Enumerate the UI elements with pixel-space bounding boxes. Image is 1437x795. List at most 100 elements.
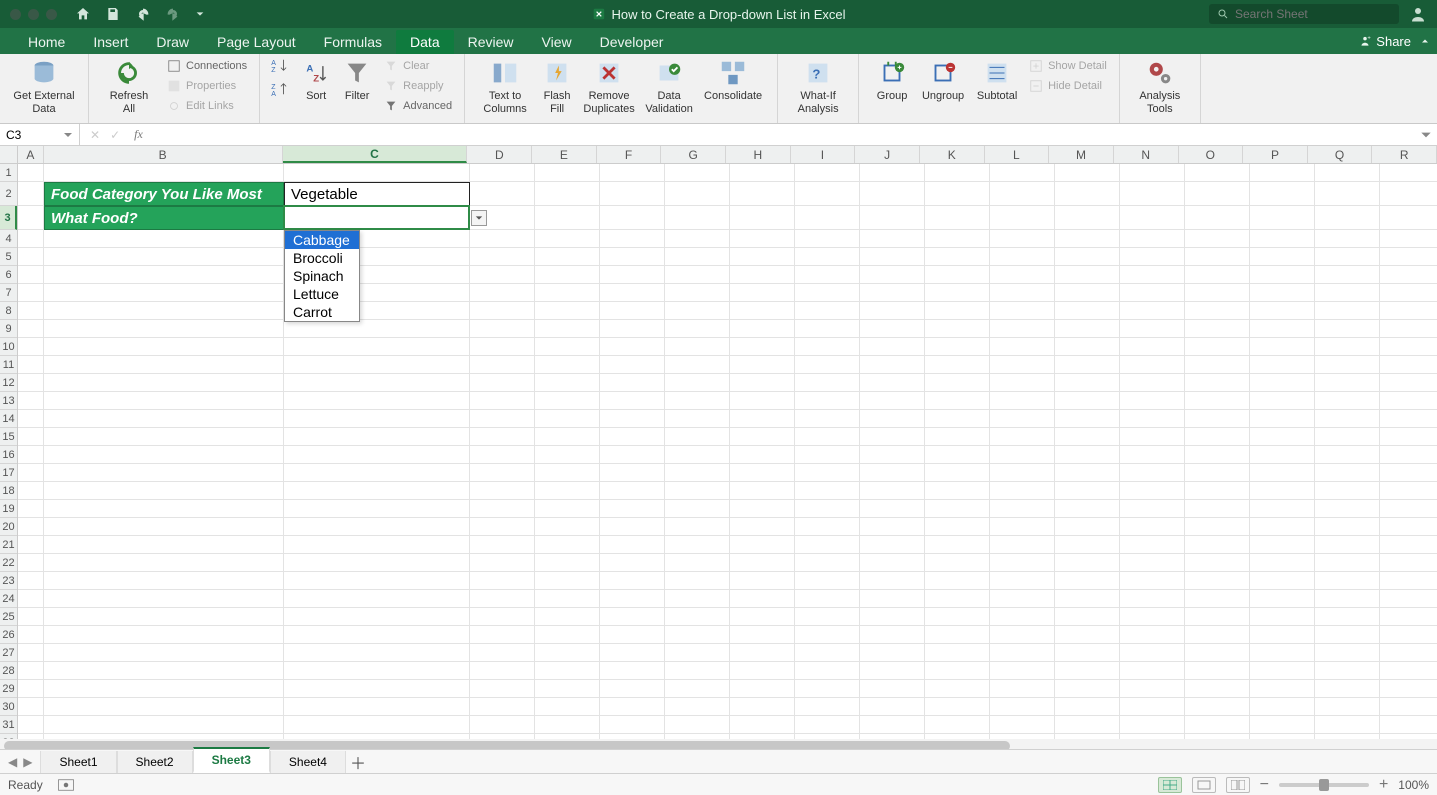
share-button[interactable]: + Share: [1358, 34, 1411, 49]
properties-button[interactable]: Properties: [165, 78, 249, 94]
filter-button[interactable]: Filter: [336, 58, 378, 103]
tab-data[interactable]: Data: [396, 30, 454, 54]
sheet-tab-sheet1[interactable]: Sheet1: [40, 751, 116, 773]
flash-fill-button[interactable]: Flash Fill: [535, 58, 579, 115]
column-header-c[interactable]: C: [283, 146, 468, 163]
row-headers[interactable]: 1234567891011121314151617181920212223242…: [0, 164, 18, 753]
get-external-data-button[interactable]: Get External Data: [10, 58, 78, 115]
row-header-8[interactable]: 8: [0, 302, 17, 320]
sort-button[interactable]: AZ Sort: [296, 58, 336, 103]
row-header-29[interactable]: 29: [0, 680, 17, 698]
column-header-b[interactable]: B: [44, 146, 283, 163]
row-header-15[interactable]: 15: [0, 428, 17, 446]
account-icon[interactable]: [1409, 5, 1427, 23]
dropdown-option[interactable]: Lettuce: [285, 285, 359, 303]
add-sheet-button[interactable]: ＋: [346, 750, 370, 774]
save-icon[interactable]: [105, 6, 121, 22]
cell-b3[interactable]: What Food?: [44, 206, 284, 230]
row-header-23[interactable]: 23: [0, 572, 17, 590]
row-header-19[interactable]: 19: [0, 500, 17, 518]
cancel-formula-icon[interactable]: ✕: [90, 128, 100, 142]
row-header-2[interactable]: 2: [0, 182, 17, 206]
zoom-slider[interactable]: [1279, 783, 1369, 787]
column-header-k[interactable]: K: [920, 146, 985, 163]
consolidate-button[interactable]: Consolidate: [699, 58, 767, 103]
tab-view[interactable]: View: [528, 30, 586, 54]
column-header-l[interactable]: L: [985, 146, 1050, 163]
column-header-a[interactable]: A: [18, 146, 44, 163]
dropdown-option[interactable]: Carrot: [285, 303, 359, 321]
clear-filter-button[interactable]: Clear: [382, 58, 454, 74]
page-layout-view-button[interactable]: [1192, 777, 1216, 793]
home-icon[interactable]: [75, 6, 91, 22]
column-header-d[interactable]: D: [467, 146, 532, 163]
tab-formulas[interactable]: Formulas: [310, 30, 396, 54]
connections-button[interactable]: Connections: [165, 58, 249, 74]
fullscreen-window-icon[interactable]: [46, 9, 57, 20]
dropdown-handle[interactable]: [471, 210, 487, 226]
column-header-p[interactable]: P: [1243, 146, 1308, 163]
row-header-26[interactable]: 26: [0, 626, 17, 644]
column-headers[interactable]: ABCDEFGHIJKLMNOPQR: [18, 146, 1437, 164]
row-header-3[interactable]: 3: [0, 206, 17, 230]
hide-detail-button[interactable]: Hide Detail: [1027, 78, 1109, 94]
row-header-10[interactable]: 10: [0, 338, 17, 356]
column-header-m[interactable]: M: [1049, 146, 1114, 163]
row-header-6[interactable]: 6: [0, 266, 17, 284]
name-box[interactable]: C3: [0, 124, 80, 145]
row-header-7[interactable]: 7: [0, 284, 17, 302]
row-header-4[interactable]: 4: [0, 230, 17, 248]
advanced-filter-button[interactable]: Advanced: [382, 98, 454, 114]
row-header-5[interactable]: 5: [0, 248, 17, 266]
show-detail-button[interactable]: Show Detail: [1027, 58, 1109, 74]
undo-icon[interactable]: [135, 6, 151, 22]
remove-duplicates-button[interactable]: Remove Duplicates: [579, 58, 639, 115]
row-header-18[interactable]: 18: [0, 482, 17, 500]
redo-icon[interactable]: [165, 6, 181, 22]
dropdown-option[interactable]: Cabbage: [285, 231, 359, 249]
tab-home[interactable]: Home: [14, 30, 79, 54]
row-header-17[interactable]: 17: [0, 464, 17, 482]
column-header-e[interactable]: E: [532, 146, 597, 163]
cell-c3[interactable]: [284, 206, 470, 230]
close-window-icon[interactable]: [10, 9, 21, 20]
cell-b2[interactable]: Food Category You Like Most: [44, 182, 284, 206]
column-header-i[interactable]: I: [791, 146, 856, 163]
row-header-1[interactable]: 1: [0, 164, 17, 182]
zoom-out-button[interactable]: −: [1260, 776, 1269, 794]
column-header-f[interactable]: F: [597, 146, 662, 163]
row-header-16[interactable]: 16: [0, 446, 17, 464]
row-header-21[interactable]: 21: [0, 536, 17, 554]
validation-dropdown[interactable]: CabbageBroccoliSpinachLettuceCarrot: [284, 230, 360, 322]
expand-formula-bar-icon[interactable]: [1419, 128, 1433, 142]
qat-dropdown-icon[interactable]: [195, 9, 205, 19]
page-break-view-button[interactable]: [1226, 777, 1250, 793]
analysis-tools-button[interactable]: Analysis Tools: [1130, 58, 1190, 115]
column-header-j[interactable]: J: [855, 146, 920, 163]
fx-icon[interactable]: fx: [130, 127, 147, 142]
macro-record-icon[interactable]: [57, 778, 75, 792]
column-header-o[interactable]: O: [1179, 146, 1244, 163]
row-header-25[interactable]: 25: [0, 608, 17, 626]
dropdown-option[interactable]: Broccoli: [285, 249, 359, 267]
tab-page-layout[interactable]: Page Layout: [203, 30, 310, 54]
sheet-nav-next-icon[interactable]: ▶: [23, 755, 32, 769]
row-header-12[interactable]: 12: [0, 374, 17, 392]
zoom-in-button[interactable]: +: [1379, 776, 1388, 794]
ungroup-button[interactable]: Ungroup: [915, 58, 971, 103]
sheet-nav-prev-icon[interactable]: ◀: [8, 755, 17, 769]
search-sheet-input[interactable]: [1235, 7, 1391, 21]
row-header-28[interactable]: 28: [0, 662, 17, 680]
row-header-22[interactable]: 22: [0, 554, 17, 572]
search-sheet-box[interactable]: [1209, 4, 1399, 24]
row-header-9[interactable]: 9: [0, 320, 17, 338]
edit-links-button[interactable]: Edit Links: [165, 98, 249, 114]
row-header-24[interactable]: 24: [0, 590, 17, 608]
text-to-columns-button[interactable]: Text to Columns: [475, 58, 535, 115]
sheet-tab-sheet3[interactable]: Sheet3: [193, 747, 270, 773]
column-header-h[interactable]: H: [726, 146, 791, 163]
row-header-31[interactable]: 31: [0, 716, 17, 734]
refresh-all-button[interactable]: Refresh All: [99, 58, 159, 115]
accept-formula-icon[interactable]: ✓: [110, 128, 120, 142]
subtotal-button[interactable]: Subtotal: [971, 58, 1023, 103]
